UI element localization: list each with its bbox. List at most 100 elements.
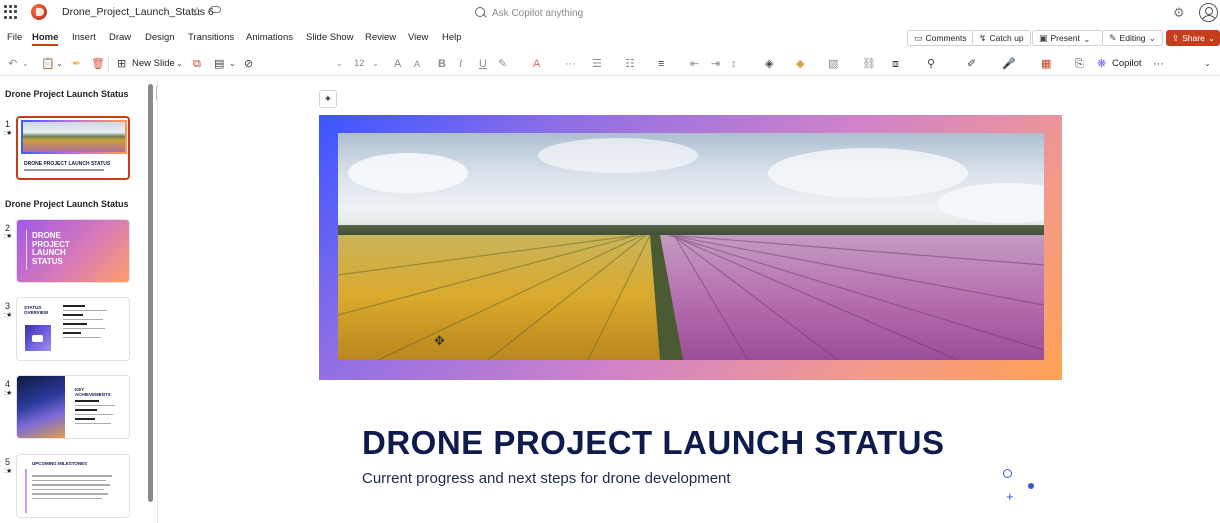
search-placeholder: Ask Copilot anything: [492, 7, 584, 19]
section-title[interactable]: Drone Project Launch Status: [5, 199, 129, 209]
cloud-save-icon[interactable]: [210, 6, 221, 13]
copilot-label[interactable]: Copilot: [1112, 58, 1142, 69]
slide-number: 3: [5, 301, 11, 311]
font-family-dropdown-icon[interactable]: ⌄: [336, 57, 343, 71]
animation-star-icon: :★: [4, 233, 13, 240]
menu-design[interactable]: Design: [145, 32, 175, 43]
increase-font-icon[interactable]: A: [394, 57, 401, 71]
slide-thumbnail-1[interactable]: DRONE PROJECT LAUNCH STATUS: [16, 116, 130, 180]
link-icon[interactable]: ⛓: [862, 57, 876, 71]
thumbnail-image: [17, 376, 65, 438]
slide-thumbnail-3[interactable]: STATUS OVERVIEW: [16, 297, 130, 361]
layout-icon[interactable]: ▤: [214, 57, 224, 71]
shape-fill-icon[interactable]: ◆: [796, 57, 804, 71]
line-spacing-icon[interactable]: ↕: [731, 57, 737, 71]
ribbon-collapse-chevron-icon[interactable]: ⌄: [1204, 57, 1211, 71]
thumbnail-title: DRONE PROJECT LAUNCH STATUS: [32, 231, 70, 266]
designer-icon[interactable]: ✐: [967, 57, 976, 71]
layout-dropdown-icon[interactable]: ⌄: [229, 57, 236, 71]
menu-slide-show[interactable]: Slide Show: [306, 32, 354, 43]
menu-insert[interactable]: Insert: [72, 32, 96, 43]
designer-sparkle-icon[interactable]: ✦: [319, 90, 337, 108]
paste-icon[interactable]: 📋: [41, 57, 55, 71]
slide-number: 4: [5, 379, 11, 389]
animation-star-icon: :★: [4, 468, 13, 475]
share-icon: ⇪: [1172, 32, 1180, 43]
thumbnail-title: UPCOMING MILESTONES: [32, 461, 88, 466]
title-bar: Drone_Project_Launch_Status 6 ☆ Ask Copi…: [0, 0, 1220, 26]
new-slide-icon[interactable]: ⊞: [117, 57, 126, 71]
numbering-icon[interactable]: ☷: [625, 57, 635, 71]
dictate-icon[interactable]: 🎤: [1002, 57, 1016, 71]
editing-label: Editing: [1119, 33, 1146, 43]
font-size-dropdown-icon[interactable]: ⌄: [372, 57, 379, 71]
pencil-icon: ✎: [1109, 32, 1117, 43]
format-painter-icon[interactable]: ✒: [72, 57, 81, 71]
bold-icon[interactable]: B: [438, 57, 446, 71]
account-avatar-icon[interactable]: [1199, 3, 1218, 22]
decorative-dot: [1028, 483, 1034, 489]
align-icon[interactable]: ≡: [658, 57, 664, 71]
thumbnail-table-lines: [32, 475, 122, 502]
new-slide-dropdown-icon[interactable]: ⌄: [176, 57, 183, 71]
decrease-font-icon[interactable]: A: [414, 57, 420, 71]
menu-home[interactable]: Home: [32, 32, 58, 43]
search-icon: [474, 7, 486, 19]
new-slide-label[interactable]: New Slide: [132, 58, 175, 69]
add-ins-icon[interactable]: ▦: [1041, 57, 1051, 71]
copilot-search-box[interactable]: Ask Copilot anything: [474, 4, 583, 22]
thumbnail-text-lines: [75, 400, 121, 427]
find-icon[interactable]: ⚲: [927, 57, 935, 71]
arrange-icon[interactable]: ⧈: [892, 57, 899, 71]
shapes-icon[interactable]: ◈: [765, 57, 773, 71]
reuse-slides-icon[interactable]: ⧉: [193, 57, 201, 71]
menu-transitions[interactable]: Transitions: [188, 32, 234, 43]
slide-thumbnail-4[interactable]: KEY ACHIEVEMENTS: [16, 375, 130, 439]
move-cursor-icon: ✥: [434, 333, 445, 348]
paste-dropdown-icon[interactable]: ⌄: [56, 57, 63, 71]
present-button[interactable]: ▣ Present: [1032, 30, 1103, 46]
settings-gear-icon[interactable]: ⚙: [1173, 5, 1185, 21]
menu-view[interactable]: View: [408, 32, 428, 43]
menu-review[interactable]: Review: [365, 32, 396, 43]
picture-icon[interactable]: ▧: [828, 57, 838, 71]
hide-slide-icon[interactable]: ⊘: [244, 57, 253, 71]
favorite-star-icon[interactable]: ☆: [191, 4, 203, 20]
menu-file[interactable]: File: [7, 32, 22, 43]
slides-panel-scrollbar[interactable]: [148, 84, 153, 502]
slide-thumbnail-2[interactable]: DRONE PROJECT LAUNCH STATUS: [16, 219, 130, 283]
ribbon-toolbar: ↶ ⌄ 📋 ⌄ ✒ 🗑 ⊞ New Slide ⌄ ⧉ ▤ ⌄ ⊘ ⌄ 12 ⌄…: [0, 52, 1220, 76]
thumbnail-photo: [21, 120, 127, 154]
increase-indent-icon[interactable]: ⇥: [711, 57, 720, 71]
decrease-indent-icon[interactable]: ⇤: [690, 57, 699, 71]
present-dropdown-chevron-icon[interactable]: ⌄: [1083, 32, 1091, 46]
font-size-value[interactable]: 12: [354, 58, 365, 69]
copilot-icon[interactable]: ❋: [1097, 57, 1106, 71]
font-color-icon[interactable]: A: [533, 57, 540, 71]
slide-title[interactable]: DRONE PROJECT LAUNCH STATUS: [362, 424, 944, 462]
share-button[interactable]: ⇪ Share ⌄: [1166, 30, 1220, 46]
underline-icon[interactable]: U: [479, 57, 487, 71]
bullets-icon[interactable]: ☰: [592, 57, 602, 71]
more-font-options-icon[interactable]: ···: [565, 57, 576, 71]
slide-subtitle[interactable]: Current progress and next steps for dron…: [362, 470, 731, 487]
menu-draw[interactable]: Draw: [109, 32, 131, 43]
catch-up-button[interactable]: ↯ Catch up: [972, 30, 1031, 46]
delete-icon[interactable]: 🗑: [91, 57, 105, 71]
tulip-field-photo[interactable]: [338, 133, 1044, 360]
chevron-down-icon: ⌄: [1207, 32, 1215, 43]
highlight-icon[interactable]: ✎: [498, 57, 507, 71]
comments-button[interactable]: ▭ Comments: [907, 30, 974, 46]
slide-thumbnail-5[interactable]: UPCOMING MILESTONES: [16, 454, 130, 518]
italic-icon[interactable]: I: [459, 57, 462, 71]
section-title[interactable]: Drone Project Launch Status: [5, 89, 129, 99]
undo-dropdown-icon[interactable]: ⌄: [22, 57, 29, 71]
present-icon: ▣: [1039, 32, 1048, 43]
undo-icon[interactable]: ↶: [8, 57, 17, 71]
reuse-icon[interactable]: ⎘: [1075, 57, 1084, 71]
menu-help[interactable]: Help: [442, 32, 462, 43]
app-launcher-icon[interactable]: [4, 5, 18, 19]
editing-mode-button[interactable]: ✎ Editing ⌄: [1102, 30, 1164, 46]
menu-animations[interactable]: Animations: [246, 32, 293, 43]
more-options-icon[interactable]: ···: [1153, 57, 1164, 71]
